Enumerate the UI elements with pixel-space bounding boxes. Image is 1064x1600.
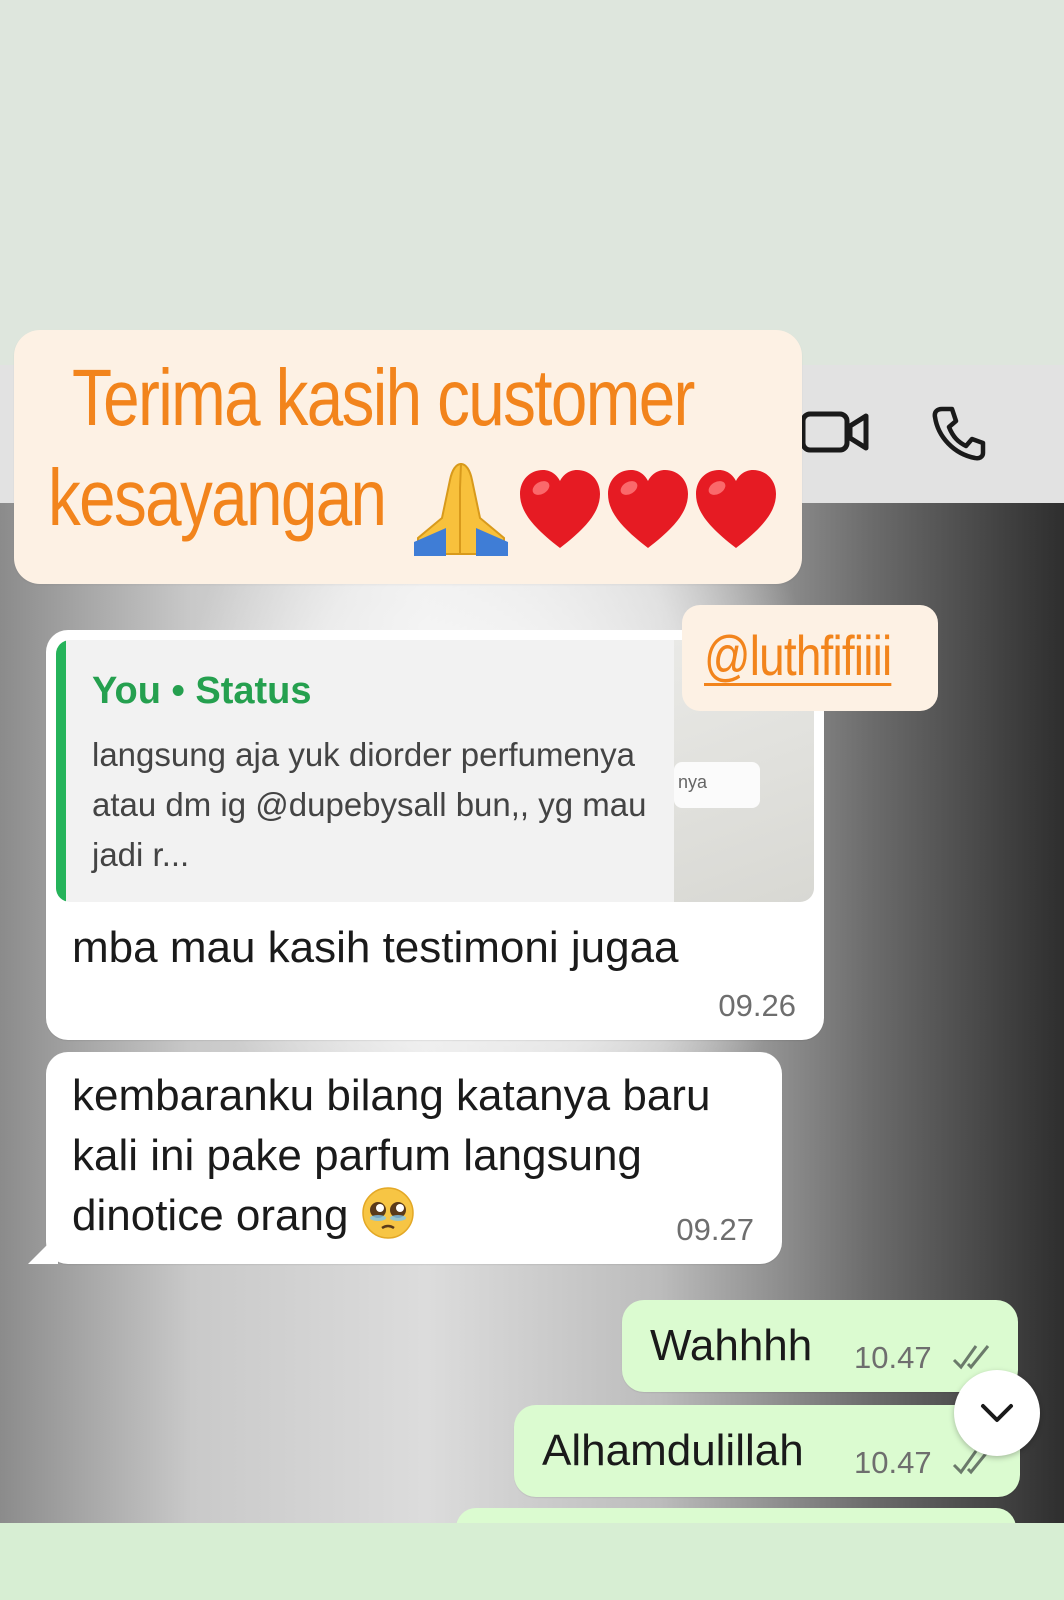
video-camera-icon[interactable] (800, 410, 870, 454)
folded-hands-icon (414, 462, 508, 556)
message-text-wrapper: kembaranku bilang katanya baru kali ini … (72, 1066, 762, 1246)
mention-tag[interactable]: @luthfifiiii (682, 605, 938, 711)
bottom-background (0, 1523, 1064, 1600)
message-text: mba mau kasih testimoni jugaa (72, 923, 679, 972)
quote-accent-bar (56, 640, 66, 902)
message-text: Alhamdulillah (542, 1426, 804, 1475)
scroll-to-bottom-button[interactable] (954, 1370, 1040, 1456)
quote-text: langsung aja yuk diorder perfumenya atau… (92, 736, 647, 873)
outgoing-message-bubble[interactable]: Alhamdulillah 10.47 (514, 1405, 1020, 1497)
message-time: 09.26 (718, 988, 796, 1023)
mention-handle[interactable]: @luthfifiiii (704, 623, 892, 688)
message-time: 10.47 (854, 1445, 932, 1480)
phone-icon[interactable] (932, 405, 986, 461)
red-heart-icon (520, 470, 600, 548)
red-heart-icon (608, 470, 688, 548)
banner-line-1: Terima kasih customer (72, 353, 695, 442)
top-background (0, 0, 1064, 365)
bubble-tail (28, 1234, 58, 1264)
message-time: 09.27 (676, 1212, 754, 1247)
chevron-down-icon (981, 1404, 1013, 1422)
outgoing-message-bubble[interactable]: Wahhhh 10.47 (622, 1300, 1018, 1392)
thumbnail-text: nya (674, 762, 760, 808)
quote-sender: You • Status (92, 670, 312, 712)
red-heart-icon (696, 470, 776, 548)
thank-you-banner: Terima kasih customer kesayangan (14, 330, 802, 584)
banner-line-2: kesayangan (48, 453, 387, 542)
message-text: Wahhhh (650, 1321, 813, 1370)
pleading-face-icon (361, 1187, 414, 1239)
incoming-message-bubble[interactable]: kembaranku bilang katanya baru kali ini … (28, 1052, 782, 1264)
message-time: 10.47 (854, 1340, 932, 1375)
read-receipt-icon (952, 1345, 990, 1370)
